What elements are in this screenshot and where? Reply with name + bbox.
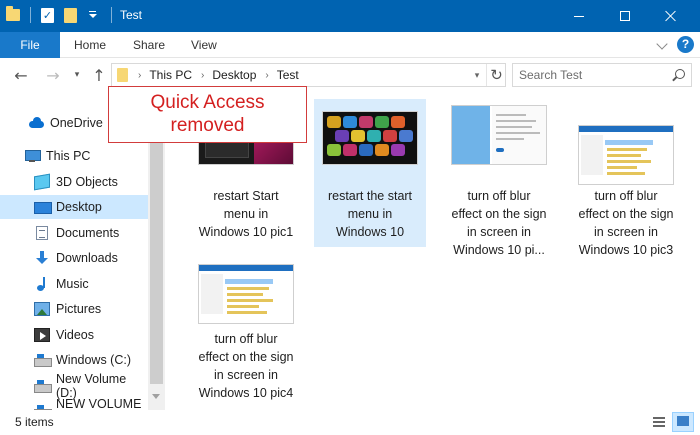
annotation-line-1: Quick Access: [150, 92, 265, 113]
sidebar-item-label: Downloads: [56, 251, 118, 265]
customize-toolbar-dropdown-icon[interactable]: [87, 8, 99, 23]
folder-icon: [117, 68, 128, 82]
maximize-button[interactable]: [602, 0, 648, 32]
refresh-icon[interactable]: ↻: [486, 64, 506, 86]
new-folder-icon[interactable]: [64, 7, 77, 23]
address-bar[interactable]: › This PC › Desktop › Test ▾ ↻: [111, 63, 506, 87]
documents-icon: [36, 226, 48, 240]
sidebar-item-label: New Volume (D:): [56, 372, 127, 400]
navigation-row: ← → ▾ ↑ › This PC › Desktop › Test ▾ ↻ S…: [0, 58, 700, 92]
quick-access-toolbar: ✓ Test: [6, 6, 143, 23]
drive-icon: [34, 379, 52, 393]
file-name: turn off blur effect on the sign in scre…: [198, 332, 294, 400]
window-title: Test: [120, 8, 143, 22]
sidebar-item-3d-objects[interactable]: 3D Objects: [0, 170, 148, 194]
folder-icon: [6, 6, 20, 21]
file-item-selected[interactable]: restart the start menu in Windows 10: [314, 99, 426, 247]
computer-icon: [24, 149, 41, 163]
file-item[interactable]: turn off blur effect on the sign in scre…: [443, 99, 555, 257]
recent-locations-chevron-icon[interactable]: ▾: [68, 66, 86, 84]
annotation-line-2: removed: [170, 115, 245, 136]
sidebar-item-windows-c[interactable]: Windows (C:): [0, 348, 148, 372]
breadcrumb-separator-icon[interactable]: ›: [265, 70, 268, 81]
drive-icon: [34, 353, 52, 367]
scroll-down-arrow-icon[interactable]: [152, 394, 160, 399]
music-icon: [34, 277, 50, 291]
sidebar-item-downloads[interactable]: Downloads: [0, 246, 148, 270]
sidebar-item-label: Videos: [56, 328, 94, 342]
minimize-button[interactable]: [556, 0, 602, 32]
address-history-dropdown-icon[interactable]: ▾: [468, 64, 486, 86]
sidebar-item-label: NEW VOLUME (E: [56, 397, 142, 410]
annotation-callout: Quick Access removed: [108, 86, 307, 143]
back-arrow-icon[interactable]: ←: [12, 66, 30, 85]
sidebar-item-new-volume-e[interactable]: NEW VOLUME (E: [0, 397, 148, 410]
maximize-icon: [620, 11, 630, 21]
breadcrumb-separator-icon[interactable]: ›: [201, 70, 204, 81]
file-name: turn off blur effect on the sign in scre…: [451, 189, 547, 257]
sidebar-item-documents[interactable]: Documents: [0, 221, 148, 245]
sidebar-item-label: OneDrive: [50, 116, 103, 130]
downloads-icon: [34, 251, 50, 265]
image-thumbnail: [578, 125, 674, 185]
close-icon: [665, 10, 677, 22]
properties-icon[interactable]: ✓: [41, 7, 54, 23]
details-view-icon[interactable]: [651, 415, 667, 429]
sidebar-item-music[interactable]: Music: [0, 272, 148, 296]
title-bar: ✓ Test: [0, 0, 700, 32]
sidebar-item-label: Music: [56, 277, 89, 291]
up-arrow-icon[interactable]: ↑: [90, 66, 108, 85]
toolbar-separator: [30, 7, 31, 23]
search-input[interactable]: Search Test: [512, 63, 692, 87]
expand-ribbon-chevron-icon[interactable]: [655, 38, 669, 52]
sidebar-item-desktop[interactable]: Desktop: [0, 195, 148, 219]
large-icons-view-icon[interactable]: [672, 412, 694, 432]
minimize-icon: [574, 15, 584, 17]
image-thumbnail: [322, 111, 418, 165]
search-placeholder: Search Test: [519, 68, 583, 82]
sidebar-item-label: This PC: [46, 149, 91, 163]
breadcrumb-this-pc[interactable]: This PC: [149, 68, 192, 82]
image-thumbnail: [451, 105, 547, 165]
file-name: restart the start menu in Windows 10: [327, 189, 413, 239]
sidebar-item-label: Desktop: [56, 200, 102, 214]
item-count: 5 items: [15, 415, 54, 429]
tab-view[interactable]: View: [191, 32, 217, 58]
pictures-icon: [34, 302, 50, 316]
onedrive-cloud-icon: [28, 116, 44, 130]
breadcrumb-desktop[interactable]: Desktop: [212, 68, 256, 82]
file-item[interactable]: turn off blur effect on the sign in scre…: [570, 99, 682, 257]
sidebar-item-videos[interactable]: Videos: [0, 323, 148, 347]
tab-home[interactable]: Home: [74, 32, 106, 58]
help-icon[interactable]: ?: [677, 36, 694, 53]
sidebar-item-new-volume-d[interactable]: New Volume (D:): [0, 372, 148, 400]
sidebar-item-label: Pictures: [56, 302, 102, 316]
file-name: restart Start menu in Windows 10 pic1: [198, 189, 294, 239]
sidebar-item-label: 3D Objects: [56, 175, 118, 189]
sidebar-item-this-pc[interactable]: This PC: [0, 144, 148, 168]
toolbar-separator: [111, 7, 112, 23]
image-thumbnail: [198, 264, 294, 324]
close-button[interactable]: [648, 0, 694, 32]
ribbon-tabs: File Home Share View ?: [0, 32, 700, 58]
status-bar: 5 items: [0, 410, 700, 435]
file-name: turn off blur effect on the sign in scre…: [578, 189, 674, 257]
forward-arrow-icon[interactable]: →: [44, 66, 62, 85]
search-icon: [672, 69, 685, 81]
sidebar-item-pictures[interactable]: Pictures: [0, 297, 148, 321]
breadcrumb-test[interactable]: Test: [277, 68, 299, 82]
tab-share[interactable]: Share: [133, 32, 165, 58]
desktop-icon: [34, 200, 52, 214]
sidebar-item-label: Windows (C:): [56, 353, 132, 367]
sidebar-item-label: Documents: [56, 226, 120, 240]
file-item[interactable]: turn off blur effect on the sign in scre…: [190, 262, 302, 410]
videos-icon: [34, 328, 50, 342]
3d-objects-icon: [34, 173, 50, 191]
breadcrumb-separator-icon[interactable]: ›: [138, 70, 141, 81]
tab-file[interactable]: File: [0, 32, 60, 58]
